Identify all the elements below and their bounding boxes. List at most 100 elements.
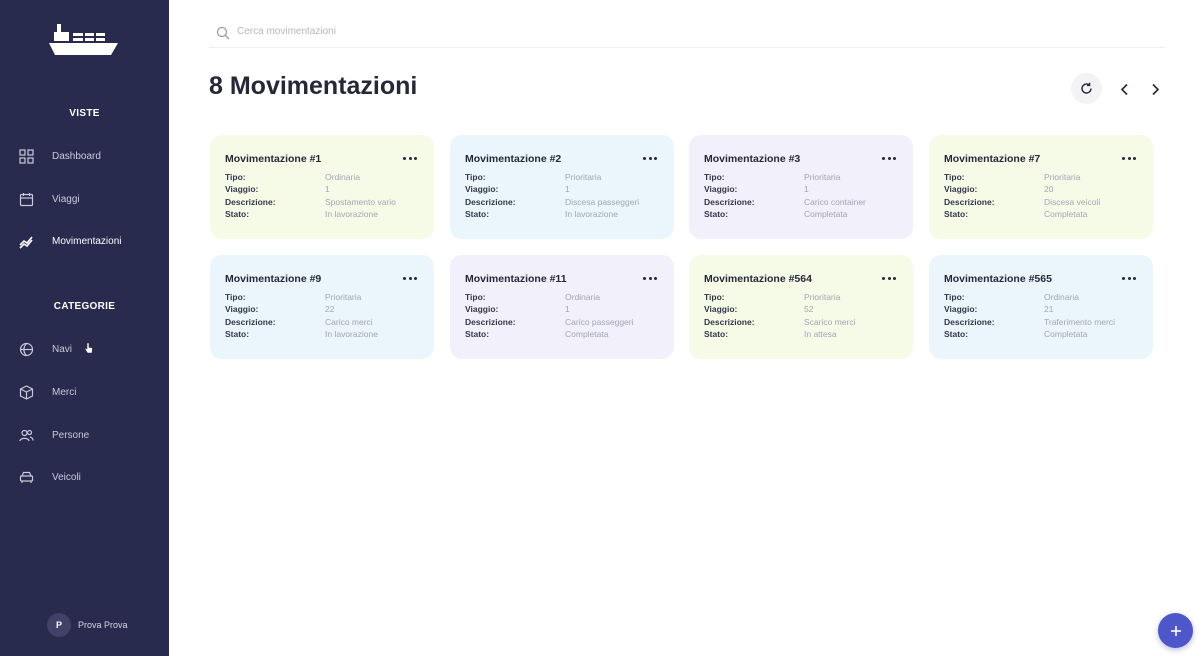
field-label: Tipo: [944, 292, 965, 302]
field-value: In attesa [804, 329, 837, 339]
card-field-tipo: Tipo: Prioritaria [465, 172, 665, 184]
field-value: Spostamento vario [325, 197, 396, 207]
field-label: Stato: [465, 329, 490, 339]
sidebar-item-label: Viaggi [52, 193, 80, 205]
field-label: Tipo: [704, 172, 725, 182]
more-options-icon[interactable] [403, 153, 417, 163]
field-value: Prioritaria [1044, 172, 1081, 182]
card-field-stato: Stato: Completata [704, 209, 904, 221]
field-label: Descrizione: [704, 197, 755, 207]
field-value: 1 [565, 184, 570, 194]
field-value: 21 [1044, 304, 1054, 314]
card-title: Movimentazione #9 [225, 273, 322, 285]
field-label: Tipo: [225, 292, 246, 302]
movimentazione-card[interactable]: Movimentazione #2 Tipo: Prioritaria Viaggio… [450, 135, 674, 239]
plus-icon [1170, 625, 1181, 636]
movimentazione-card[interactable]: Movimentazione #7 Tipo: Prioritaria Viaggio… [929, 135, 1153, 239]
field-label: Tipo: [465, 292, 486, 302]
field-value: In lavorazione [325, 209, 378, 219]
more-options-icon[interactable] [882, 153, 896, 163]
more-options-icon[interactable] [882, 273, 896, 283]
chevron-right-icon [1151, 83, 1159, 95]
card-title: Movimentazione #3 [704, 153, 801, 165]
field-label: Tipo: [704, 292, 725, 302]
movimentazione-card[interactable]: Movimentazione #565 Tipo: Ordinaria Viaggio… [929, 255, 1153, 359]
field-label: Viaggio: [225, 184, 259, 194]
field-value: Prioritaria [804, 172, 841, 182]
movimentazione-card[interactable]: Movimentazione #9 Tipo: Prioritaria Viaggio… [210, 255, 434, 359]
movimentazione-card[interactable]: Movimentazione #3 Tipo: Prioritaria Viaggio… [689, 135, 913, 239]
field-value: Traferimento merci [1044, 317, 1116, 327]
card-title: Movimentazione #7 [944, 153, 1041, 165]
sidebar-item-movimentazioni[interactable]: Movimentazioni [0, 226, 169, 256]
sidebar-item-merci[interactable]: Merci [0, 377, 169, 407]
previous-page-button[interactable] [1116, 80, 1132, 98]
refresh-button[interactable] [1071, 73, 1102, 104]
card-field-tipo: Tipo: Ordinaria [944, 292, 1144, 304]
card-title: Movimentazione #2 [465, 153, 562, 165]
card-field-viaggio: Viaggio: 22 [225, 304, 425, 316]
search-input[interactable] [237, 26, 637, 37]
users-icon [18, 427, 34, 443]
field-label: Viaggio: [465, 304, 499, 314]
card-field-tipo: Tipo: Prioritaria [225, 292, 425, 304]
card-field-tipo: Tipo: Prioritaria [704, 172, 904, 184]
card-title: Movimentazione #565 [944, 273, 1052, 285]
sidebar-item-label: Merci [52, 386, 77, 398]
field-label: Viaggio: [225, 304, 259, 314]
movimentazione-card[interactable]: Movimentazione #1 Tipo: Ordinaria Viaggio: 1… [210, 135, 434, 239]
field-label: Descrizione: [944, 197, 995, 207]
sidebar-item-label: Navi [52, 343, 73, 355]
field-value: 20 [1044, 184, 1054, 194]
card-field-descrizione: Descrizione: Discesa veicoli [944, 197, 1144, 209]
card-title: Movimentazione #11 [465, 273, 567, 285]
sidebar-item-dashboard[interactable]: Dashboard [0, 141, 169, 171]
field-value: Ordinaria [565, 292, 600, 302]
field-label: Stato: [704, 209, 729, 219]
more-options-icon[interactable] [643, 153, 657, 163]
card-field-viaggio: Viaggio: 20 [944, 184, 1144, 196]
field-value: Carico merci [325, 317, 373, 327]
field-value: In lavorazione [325, 329, 378, 339]
field-label: Viaggio: [944, 184, 978, 194]
field-label: Descrizione: [944, 317, 995, 327]
field-label: Descrizione: [225, 317, 276, 327]
next-page-button[interactable] [1147, 80, 1163, 98]
field-label: Stato: [225, 209, 250, 219]
field-value: 1 [325, 184, 330, 194]
user-profile[interactable]: P Prova Prova [47, 613, 128, 637]
more-options-icon[interactable] [1122, 153, 1136, 163]
field-label: Stato: [704, 329, 729, 339]
card-field-tipo: Tipo: Prioritaria [944, 172, 1144, 184]
page-title: 8 Movimentazioni [209, 72, 418, 100]
field-label: Viaggio: [465, 184, 499, 194]
more-options-icon[interactable] [1122, 273, 1136, 283]
field-label: Stato: [944, 329, 969, 339]
card-field-stato: Stato: Completata [465, 329, 665, 341]
field-value: Completata [804, 209, 848, 219]
field-label: Viaggio: [704, 184, 738, 194]
card-field-tipo: Tipo: Ordinaria [225, 172, 425, 184]
movimentazione-card[interactable]: Movimentazione #11 Tipo: Ordinaria Viaggio:… [450, 255, 674, 359]
sidebar-item-persone[interactable]: Persone [0, 420, 169, 450]
field-value: 1 [565, 304, 570, 314]
card-field-descrizione: Descrizione: Carico passeggeri [465, 317, 665, 329]
mouse-cursor-icon [84, 342, 93, 354]
more-options-icon[interactable] [643, 273, 657, 283]
sidebar-item-veicoli[interactable]: Veicoli [0, 462, 169, 492]
avatar: P [47, 613, 71, 637]
movimentazione-card[interactable]: Movimentazione #564 Tipo: Prioritaria Viagg… [689, 255, 913, 359]
card-field-tipo: Tipo: Ordinaria [465, 292, 665, 304]
search-bar [209, 20, 1165, 48]
field-label: Descrizione: [465, 197, 516, 207]
card-field-viaggio: Viaggio: 21 [944, 304, 1144, 316]
card-title: Movimentazione #1 [225, 153, 322, 165]
sidebar: VISTE Dashboard Viaggi Movimentazioni CA… [0, 0, 169, 656]
card-field-viaggio: Viaggio: 1 [704, 184, 904, 196]
add-movimentazione-button[interactable] [1158, 613, 1193, 648]
more-options-icon[interactable] [403, 273, 417, 283]
field-label: Tipo: [225, 172, 246, 182]
card-field-viaggio: Viaggio: 1 [465, 184, 665, 196]
sidebar-item-viaggi[interactable]: Viaggi [0, 184, 169, 214]
field-label: Stato: [465, 209, 490, 219]
